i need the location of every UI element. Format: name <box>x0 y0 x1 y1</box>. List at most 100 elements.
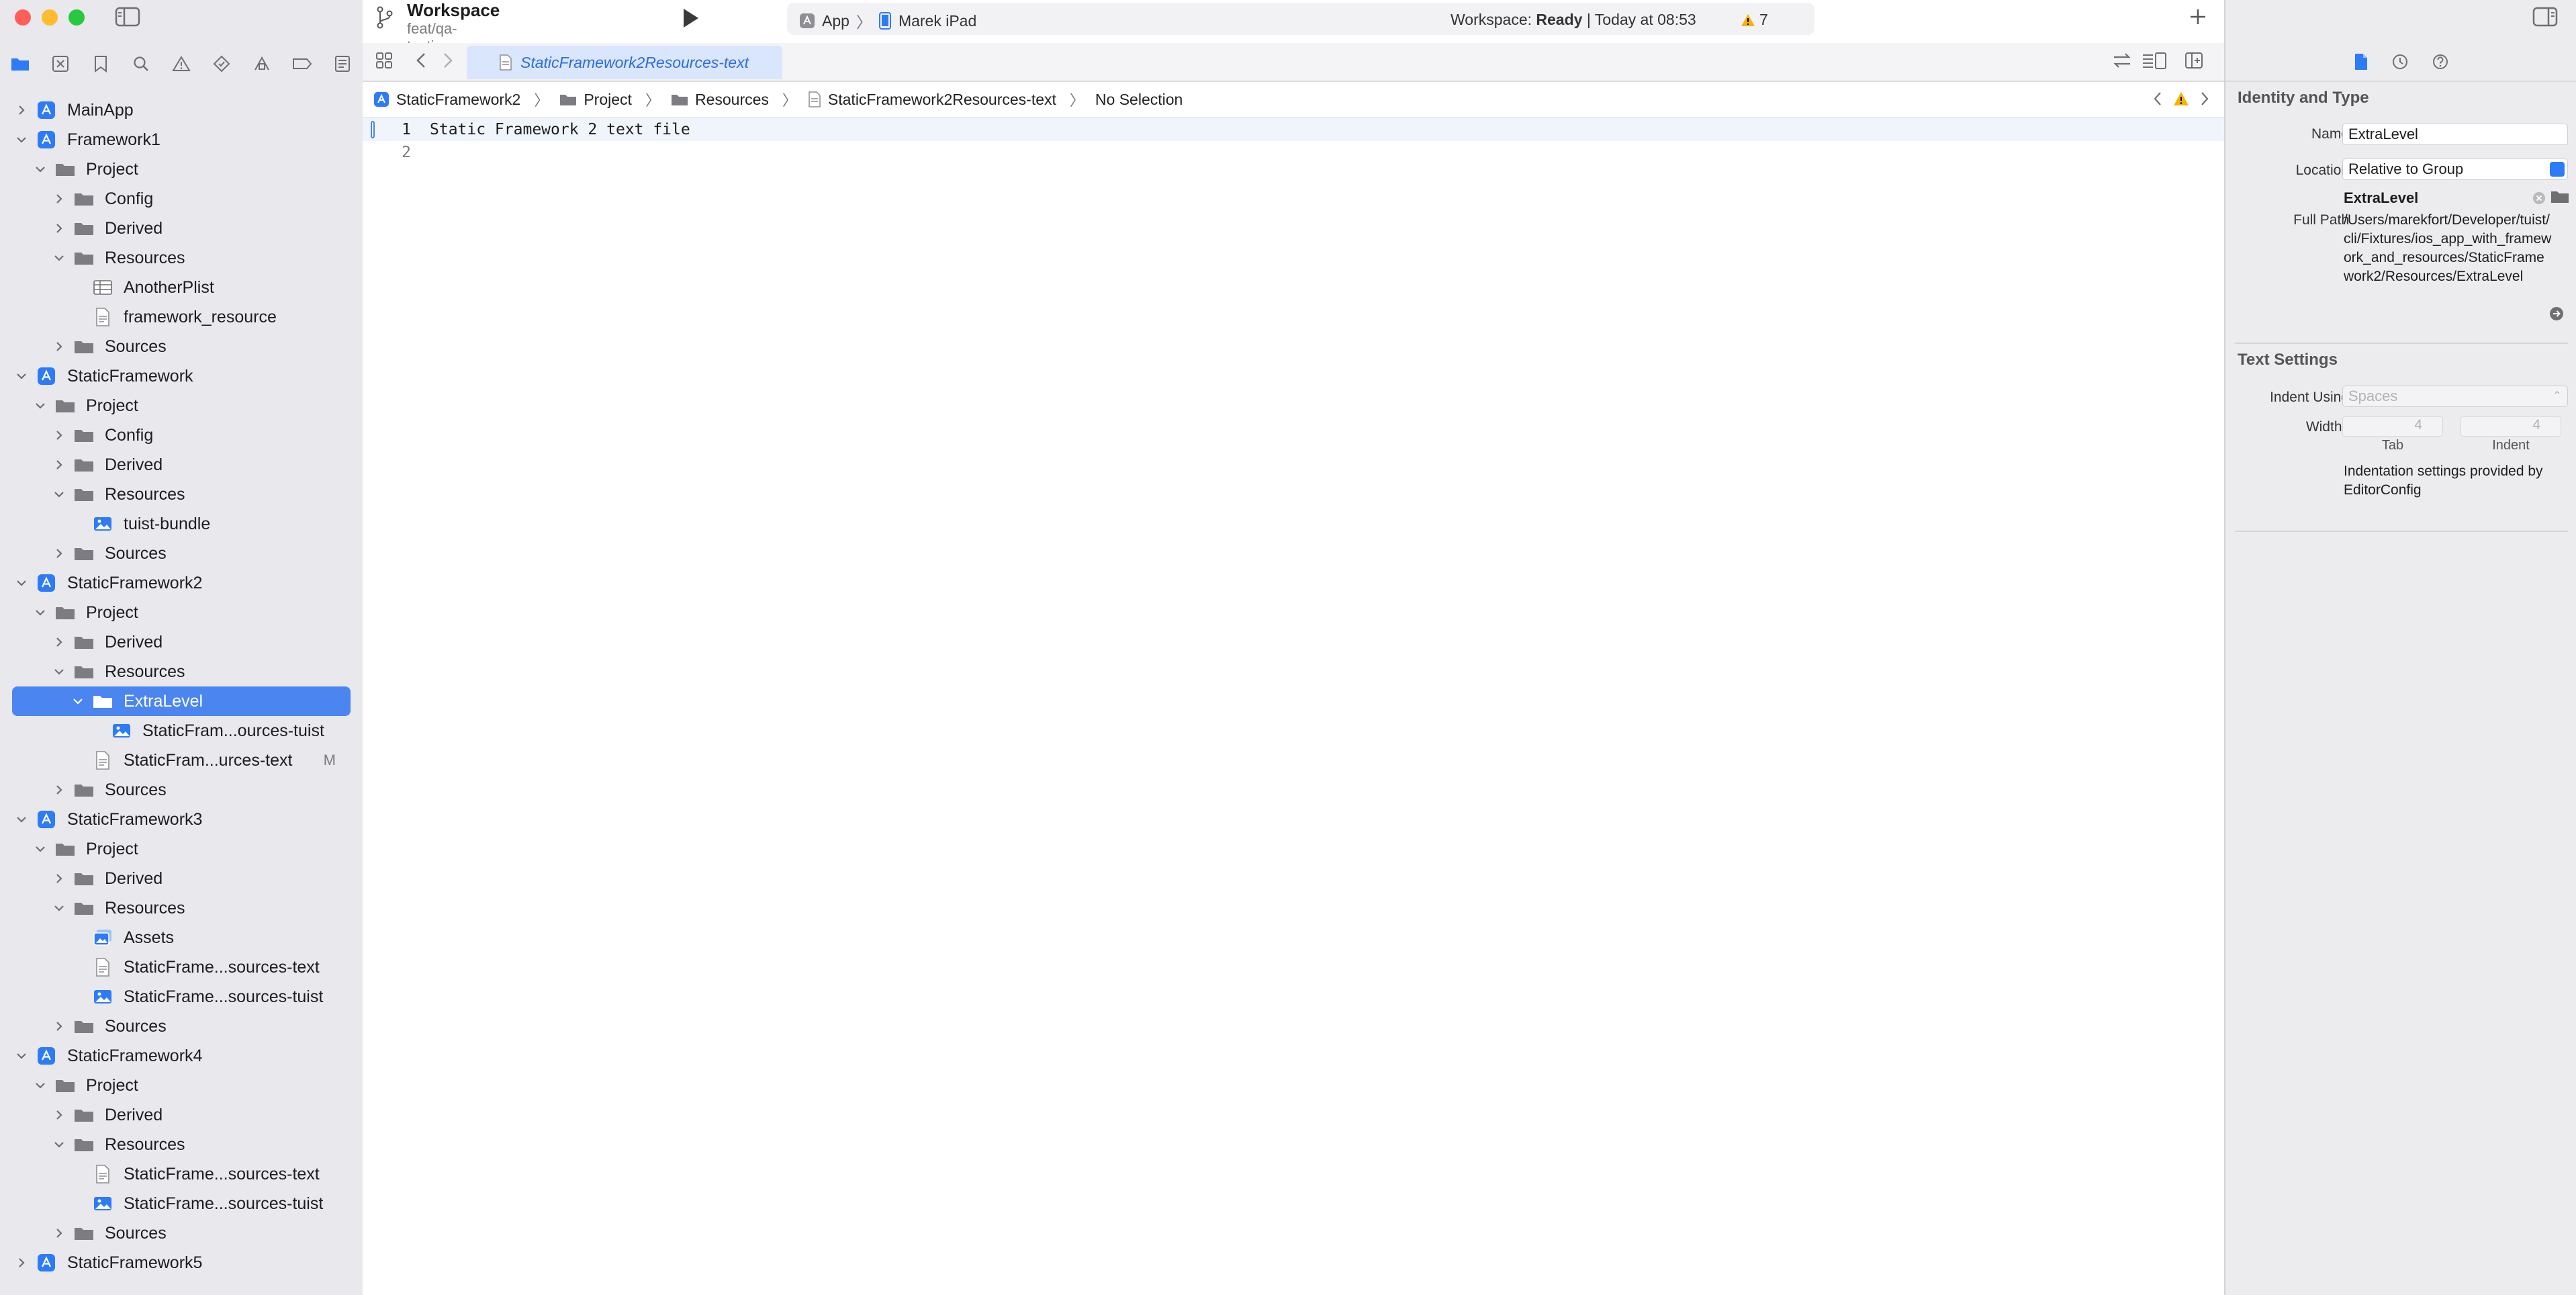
disclosure-chevron-right-icon[interactable] <box>51 782 67 798</box>
navigator-row[interactable]: StaticFrame...sources-tuist <box>0 1189 363 1218</box>
navigator-row[interactable]: Project <box>0 391 363 420</box>
disclosure-chevron-down-icon[interactable] <box>51 664 67 680</box>
navigator-row[interactable]: Derived <box>0 1100 363 1130</box>
add-editor-split-icon[interactable] <box>2184 51 2204 70</box>
code-text[interactable]: Static Framework 2 text file <box>430 121 690 138</box>
navigator-row[interactable]: framework_resource <box>0 302 363 332</box>
disclosure-chevron-down-icon[interactable] <box>13 575 30 591</box>
navigator-row[interactable]: Project <box>0 154 363 184</box>
navigator-row[interactable]: Sources <box>0 539 363 568</box>
navigator-row[interactable]: Resources <box>0 1130 363 1159</box>
editor-options-icon[interactable] <box>2141 51 2168 70</box>
navigator-row[interactable]: Sources <box>0 1218 363 1248</box>
library-plus-button[interactable] <box>2188 7 2208 27</box>
inspector-toggle-icon[interactable] <box>2532 5 2559 28</box>
navigator-row[interactable]: StaticFrame...sources-text <box>0 1159 363 1189</box>
test-navigator-diamond-icon[interactable] <box>201 47 242 81</box>
indent-width-stepper[interactable]: 4 <box>2460 416 2561 437</box>
disclosure-chevron-down-icon[interactable] <box>51 486 67 502</box>
location-popup[interactable]: Relative to Group <box>2342 159 2568 180</box>
disclosure-chevron-down-icon[interactable] <box>51 1136 67 1153</box>
report-navigator-icon[interactable] <box>322 47 363 81</box>
navigator-row[interactable]: Config <box>0 184 363 214</box>
navigator-row[interactable]: Sources <box>0 1012 363 1041</box>
navigator-row[interactable]: Sources <box>0 775 363 805</box>
file-inspector-doc-icon[interactable] <box>2354 53 2368 71</box>
bookmark-navigator-icon[interactable] <box>81 47 121 81</box>
navigator-row[interactable]: StaticFramework3 <box>0 805 363 834</box>
reveal-in-finder-arrow-icon[interactable] <box>2549 306 2564 321</box>
navigator-row[interactable]: Derived <box>0 864 363 893</box>
next-issue-chevron-icon[interactable] <box>2199 90 2211 107</box>
disclosure-chevron-down-icon[interactable] <box>13 132 30 148</box>
navigator-row[interactable]: ExtraLevel <box>12 686 351 716</box>
navigator-row[interactable]: Derived <box>0 627 363 657</box>
disclosure-chevron-right-icon[interactable] <box>51 545 67 562</box>
disclosure-chevron-down-icon[interactable] <box>51 900 67 916</box>
navigator-row[interactable]: tuist-bundle <box>0 509 363 539</box>
project-navigator-folder-icon[interactable] <box>0 47 40 81</box>
related-items-grid-icon[interactable] <box>375 51 394 70</box>
navigator-row[interactable]: StaticFramework4 <box>0 1041 363 1071</box>
disclosure-chevron-right-icon[interactable] <box>51 191 67 207</box>
disclosure-chevron-right-icon[interactable] <box>13 102 30 118</box>
disclosure-chevron-down-icon[interactable] <box>32 1077 48 1093</box>
navigator-row[interactable]: StaticFram...urces-text M <box>0 746 363 775</box>
back-chevron-icon[interactable] <box>414 51 430 70</box>
quick-help-question-icon[interactable] <box>2432 53 2449 71</box>
breadcrumb-file[interactable]: StaticFramework2Resources-text 〉 <box>808 89 1085 110</box>
find-navigator-search-icon[interactable] <box>121 47 161 81</box>
disclosure-chevron-right-icon[interactable] <box>51 870 67 887</box>
code-line[interactable]: 1 Static Framework 2 text file <box>363 118 2224 141</box>
navigator-row[interactable]: Config <box>0 420 363 450</box>
code-line[interactable]: 2 <box>363 141 2224 164</box>
disclosure-chevron-down-icon[interactable] <box>13 1048 30 1064</box>
zoom-window-button[interactable] <box>68 9 85 26</box>
disclosure-chevron-right-icon[interactable] <box>51 427 67 443</box>
breadcrumb-target[interactable]: StaticFramework2 〉 <box>373 89 549 110</box>
navigator-row[interactable]: Sources <box>0 332 363 361</box>
navigator-row[interactable]: Resources <box>0 243 363 273</box>
disclosure-chevron-down-icon[interactable] <box>70 693 86 709</box>
navigator-row[interactable]: Project <box>0 834 363 864</box>
debug-navigator-icon[interactable] <box>242 47 282 81</box>
navigator-row[interactable]: MainApp <box>0 95 363 125</box>
run-button[interactable] <box>678 7 702 30</box>
forward-chevron-icon[interactable] <box>439 51 455 70</box>
navigator-row[interactable]: Derived <box>0 214 363 243</box>
navigator-row[interactable]: StaticFram...ources-tuist <box>0 716 363 746</box>
source-editor[interactable]: 1 Static Framework 2 text file 2 <box>363 118 2224 1295</box>
navigator-row[interactable]: StaticFramework2 <box>0 568 363 598</box>
source-control-navigator-icon[interactable] <box>40 47 81 81</box>
breadcrumb-resources[interactable]: Resources 〉 <box>671 89 797 110</box>
clear-x-icon[interactable] <box>2532 191 2546 206</box>
breadcrumb-selection[interactable]: No Selection <box>1095 91 1183 109</box>
choose-folder-icon[interactable] <box>2550 189 2569 204</box>
disclosure-chevron-right-icon[interactable] <box>51 220 67 236</box>
disclosure-chevron-down-icon[interactable] <box>13 368 30 384</box>
navigator-row[interactable]: Project <box>0 598 363 627</box>
tab-width-stepper[interactable]: 4 <box>2342 416 2443 437</box>
sidebar-toggle-icon[interactable] <box>114 5 141 28</box>
disclosure-chevron-down-icon[interactable] <box>13 811 30 828</box>
navigator-row[interactable]: Resources <box>0 657 363 686</box>
previous-issue-chevron-icon[interactable] <box>2152 90 2164 107</box>
disclosure-chevron-right-icon[interactable] <box>51 339 67 355</box>
history-clock-icon[interactable] <box>2391 53 2409 71</box>
breakpoint-navigator-icon[interactable] <box>282 47 322 81</box>
navigator-row[interactable]: StaticFrame...sources-text <box>0 952 363 982</box>
disclosure-chevron-down-icon[interactable] <box>32 605 48 621</box>
warning-triangle-icon[interactable] <box>2173 91 2189 106</box>
disclosure-chevron-right-icon[interactable] <box>51 1225 67 1241</box>
navigator-row[interactable]: Project <box>0 1071 363 1100</box>
navigator-row[interactable]: Resources <box>0 893 363 923</box>
disclosure-chevron-right-icon[interactable] <box>13 1255 30 1271</box>
disclosure-chevron-right-icon[interactable] <box>51 1107 67 1123</box>
navigator-row[interactable]: StaticFrame...sources-tuist <box>0 982 363 1012</box>
disclosure-chevron-down-icon[interactable] <box>32 841 48 857</box>
navigator-row[interactable]: Derived <box>0 450 363 480</box>
disclosure-chevron-right-icon[interactable] <box>51 457 67 473</box>
navigator-row[interactable]: StaticFramework <box>0 361 363 391</box>
issue-navigator-warning-icon[interactable] <box>161 47 201 81</box>
close-window-button[interactable] <box>15 9 31 26</box>
